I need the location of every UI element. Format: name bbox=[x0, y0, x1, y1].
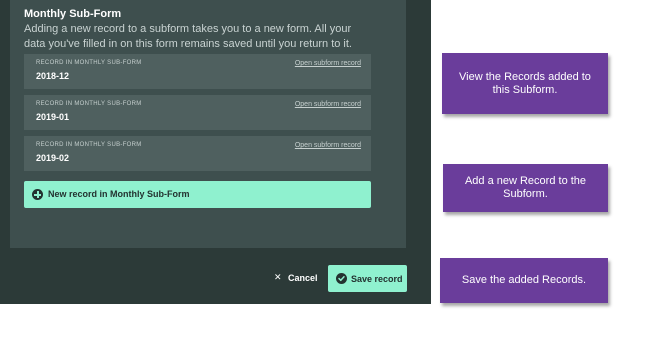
callout-save-records: Save the added Records. bbox=[440, 258, 608, 303]
plus-circle-icon bbox=[32, 189, 43, 200]
open-subform-record-link[interactable]: Open subform record bbox=[295, 101, 361, 108]
app-window: Monthly Sub-Form Adding a new record to … bbox=[0, 0, 431, 304]
subform-record: RECORD IN MONTHLY SUB-FORM Open subform … bbox=[24, 136, 371, 171]
save-record-button[interactable]: Save record bbox=[328, 265, 407, 292]
open-subform-record-link[interactable]: Open subform record bbox=[295, 142, 361, 149]
subform-title: Monthly Sub-Form bbox=[24, 8, 122, 20]
subform-record: RECORD IN MONTHLY SUB-FORM Open subform … bbox=[24, 95, 371, 130]
open-subform-record-link[interactable]: Open subform record bbox=[295, 60, 361, 67]
subform-record: RECORD IN MONTHLY SUB-FORM Open subform … bbox=[24, 54, 371, 89]
record-value: 2019-02 bbox=[36, 153, 70, 163]
new-record-button[interactable]: New record in Monthly Sub-Form bbox=[24, 181, 371, 208]
check-circle-icon bbox=[336, 273, 347, 284]
callout-add-record: Add a new Record to the Subform. bbox=[443, 164, 608, 212]
save-label: Save record bbox=[351, 274, 403, 284]
record-value: 2018-12 bbox=[36, 71, 70, 81]
cancel-label: Cancel bbox=[288, 273, 318, 283]
subform-description: Adding a new record to a subform takes y… bbox=[24, 23, 352, 50]
record-value: 2019-01 bbox=[36, 112, 70, 122]
record-label: RECORD IN MONTHLY SUB-FORM bbox=[36, 142, 142, 148]
record-label: RECORD IN MONTHLY SUB-FORM bbox=[36, 101, 142, 107]
record-label: RECORD IN MONTHLY SUB-FORM bbox=[36, 60, 142, 66]
new-record-label: New record in Monthly Sub-Form bbox=[48, 189, 190, 199]
close-icon: ✕ bbox=[274, 272, 282, 282]
callout-view-records: View the Records added to this Subform. bbox=[442, 53, 608, 114]
